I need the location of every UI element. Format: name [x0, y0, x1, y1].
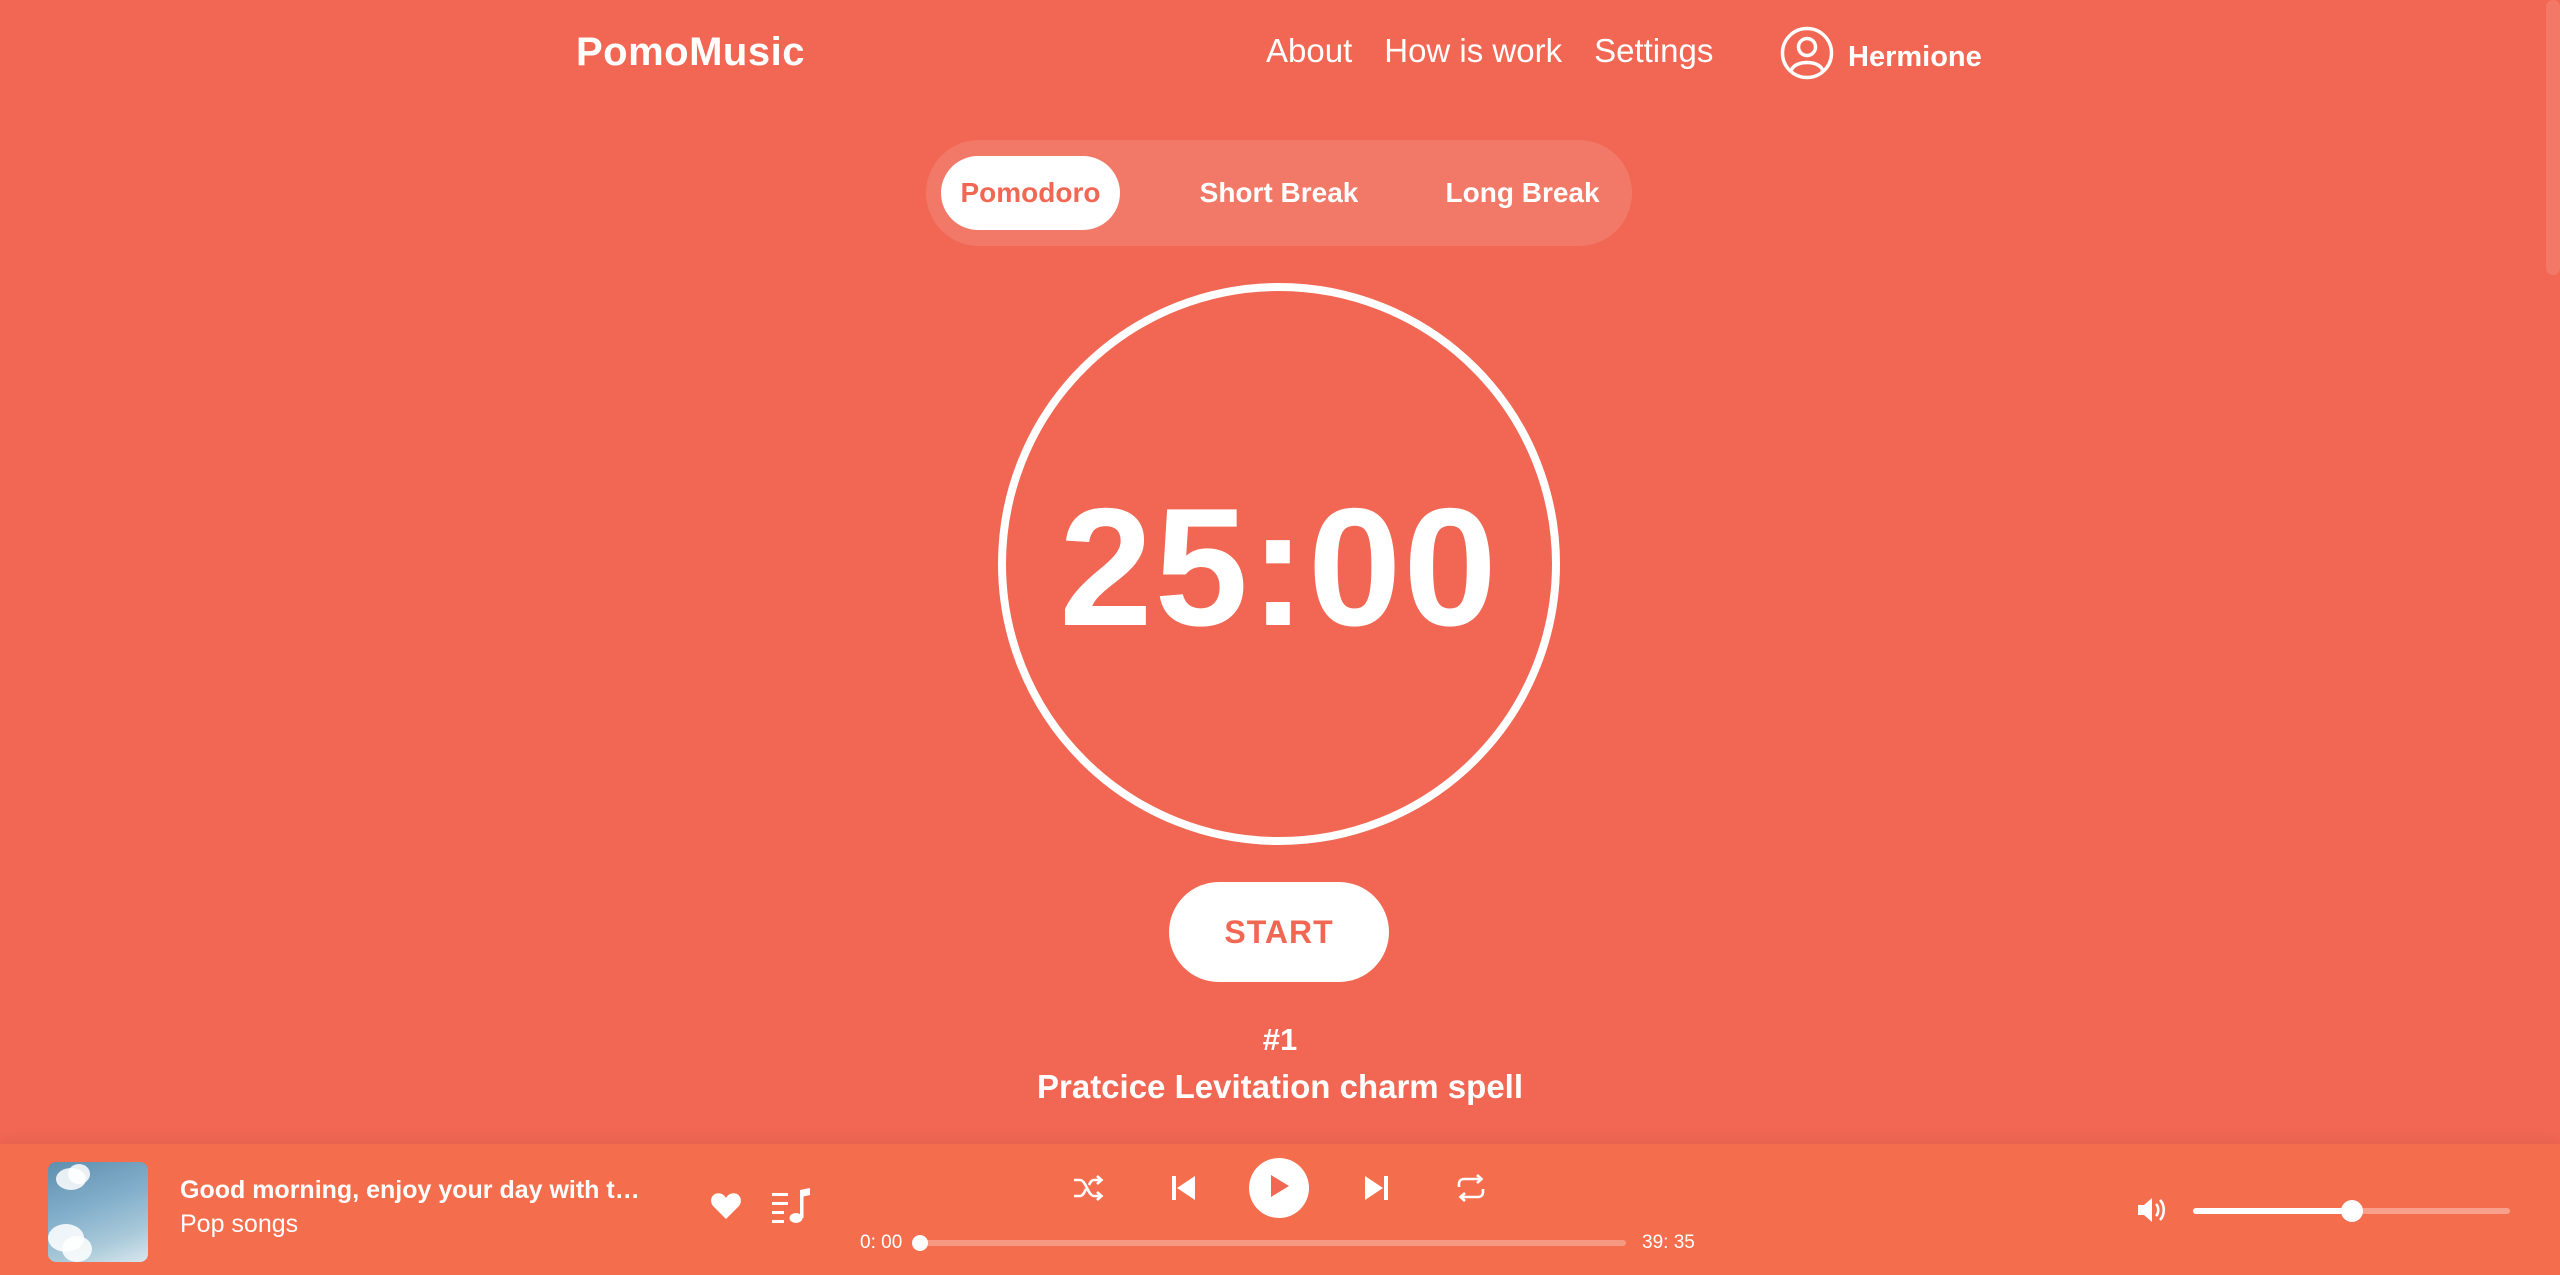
- user-circle-icon: [1780, 26, 1834, 88]
- heart-icon[interactable]: [710, 1192, 742, 1220]
- current-time: 0: 00: [860, 1232, 903, 1253]
- tab-short-break[interactable]: Short Break: [1130, 156, 1428, 230]
- nav-settings-link[interactable]: Settings: [1594, 32, 1713, 70]
- progress-handle[interactable]: [912, 1235, 928, 1251]
- playlist-music-icon[interactable]: [770, 1187, 814, 1225]
- music-player: Good morning, enjoy your day with this p…: [0, 1144, 2560, 1275]
- shuffle-icon[interactable]: [1072, 1174, 1104, 1202]
- volume-slider[interactable]: [2193, 1200, 2510, 1222]
- progress-bar[interactable]: [912, 1235, 1626, 1251]
- repeat-icon[interactable]: [1454, 1173, 1488, 1203]
- album-cover: [48, 1162, 148, 1262]
- volume-handle[interactable]: [2340, 1200, 2363, 1222]
- task-number: #1: [1262, 1022, 1298, 1057]
- nav-about-link[interactable]: About: [1266, 32, 1352, 70]
- page-scrollbar[interactable]: [2546, 0, 2560, 275]
- mode-tabs: Pomodoro Short Break Long Break: [926, 140, 1632, 246]
- track-subtitle: Pop songs: [180, 1210, 299, 1238]
- task-name: Pratcice Levitation charm spell: [1036, 1068, 1524, 1105]
- main-nav: About How is work Settings: [1266, 32, 1713, 70]
- timer-display: 25:00: [1059, 472, 1499, 661]
- play-icon: [1267, 1173, 1291, 1204]
- timer-circle: 25:00: [998, 283, 1560, 845]
- total-time: 39: 35: [1642, 1232, 1695, 1253]
- skip-previous-icon[interactable]: [1170, 1173, 1198, 1203]
- track-title: Good morning, enjoy your day with this p…: [180, 1176, 650, 1204]
- start-button[interactable]: START: [1169, 882, 1389, 982]
- play-button[interactable]: [1249, 1158, 1309, 1218]
- volume-fill: [2193, 1208, 2352, 1214]
- user-menu[interactable]: Hermione: [1780, 26, 1982, 88]
- skip-next-icon[interactable]: [1362, 1173, 1390, 1203]
- user-name: Hermione: [1848, 40, 1982, 73]
- tab-pomodoro[interactable]: Pomodoro: [941, 156, 1120, 230]
- tab-long-break[interactable]: Long Break: [1428, 156, 1617, 230]
- nav-how-it-works-link[interactable]: How is work: [1384, 32, 1562, 70]
- volume-icon[interactable]: [2136, 1196, 2166, 1224]
- app-logo[interactable]: PomoMusic: [576, 30, 805, 75]
